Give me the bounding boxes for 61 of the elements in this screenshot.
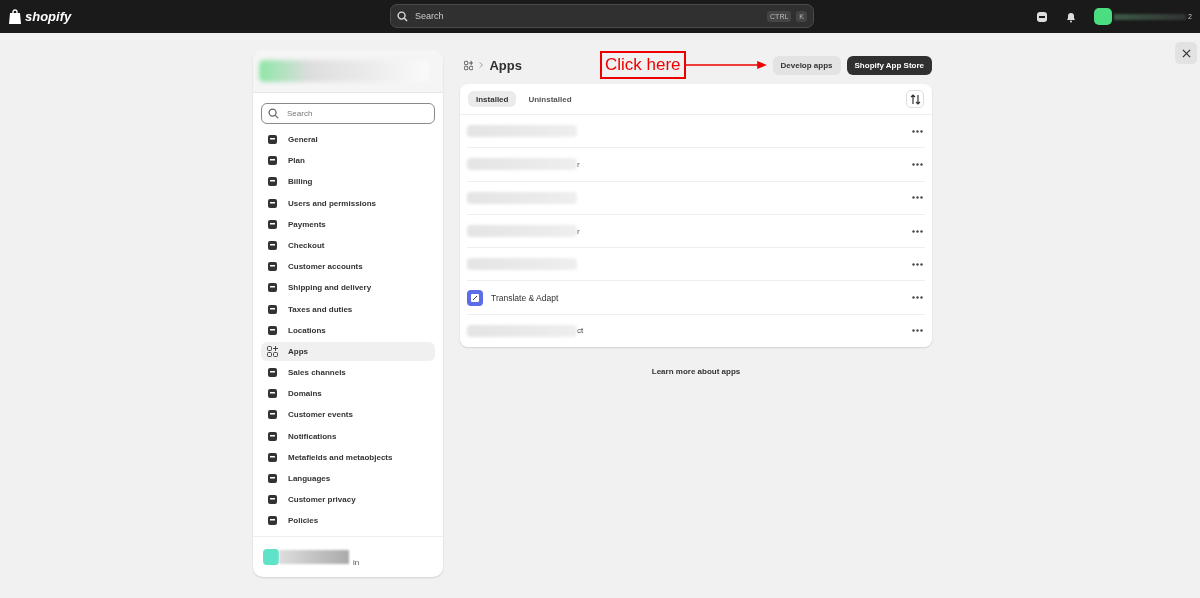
app-name[interactable]: r <box>577 159 580 169</box>
more-button[interactable] <box>910 294 925 302</box>
sidebar-item[interactable]: General <box>261 130 435 149</box>
annotation-callout: Click here <box>600 51 686 79</box>
more-icon <box>912 196 923 200</box>
close-button[interactable] <box>1175 42 1197 64</box>
logo-text: shopify <box>25 9 72 24</box>
sidebar-item[interactable]: Domains <box>261 384 435 404</box>
more-icon <box>912 129 923 133</box>
sidebar-item[interactable]: Users and permissions <box>261 193 435 213</box>
more-icon <box>912 162 923 166</box>
sidebar-item[interactable]: Payments <box>261 214 435 234</box>
sidebar-item[interactable]: Taxes and duties <box>261 299 435 319</box>
page-title: Apps <box>489 57 522 73</box>
shopping-bag-icon <box>8 8 22 25</box>
sidebar-item[interactable]: Apps <box>261 341 435 361</box>
sidebar-item[interactable]: Policies <box>261 511 435 531</box>
more-button[interactable] <box>910 327 925 335</box>
sort-icon <box>909 93 921 105</box>
sidebar-item[interactable]: Shipping and delivery <box>261 278 435 298</box>
more-button[interactable] <box>910 260 925 268</box>
sidebar-item[interactable]: Customer events <box>261 405 435 425</box>
more-button[interactable] <box>910 227 925 235</box>
search-field[interactable]: Search <box>261 103 435 124</box>
app-store-button[interactable]: Shopify App Store <box>846 55 932 75</box>
more-icon <box>912 329 923 333</box>
search-input[interactable]: Search <box>413 10 763 22</box>
more-button[interactable] <box>910 160 925 168</box>
sidebar-item[interactable]: Customer privacy <box>261 490 435 510</box>
apps-icon <box>464 59 474 71</box>
sidebar-item[interactable]: Plan <box>261 151 435 171</box>
bell-icon[interactable] <box>1065 10 1078 23</box>
app-name[interactable]: ct <box>577 326 584 336</box>
search-icon <box>268 108 279 119</box>
app-icon <box>467 289 483 306</box>
sidebar-item[interactable]: Customer accounts <box>261 257 435 277</box>
more-icon <box>912 229 923 233</box>
user-account[interactable]: in <box>253 536 443 577</box>
sidebar-item[interactable]: Billing <box>261 172 435 192</box>
sidebar-item[interactable]: Notifications <box>261 426 435 446</box>
logo[interactable]: shopify <box>8 8 72 25</box>
develop-apps-button[interactable]: Develop apps <box>772 55 841 75</box>
more-button[interactable] <box>910 127 925 135</box>
filter-tab[interactable]: Uninstalled <box>520 91 580 107</box>
more-icon <box>912 296 923 300</box>
sidebar-item[interactable]: Languages <box>261 469 435 488</box>
filter-tab[interactable]: Installed <box>468 91 517 107</box>
sidebar-item[interactable]: Checkout <box>261 235 435 255</box>
sidebar-item[interactable]: Sales channels <box>261 363 435 383</box>
sidebar-item[interactable]: Metafields and metaobjects <box>261 447 435 467</box>
more-icon <box>912 262 923 266</box>
sidebar-item[interactable]: Locations <box>261 320 435 340</box>
user-name: in <box>353 557 360 567</box>
app-name[interactable]: r <box>577 226 580 236</box>
learn-more-link[interactable]: Learn more about apps <box>651 367 741 377</box>
close-icon <box>1181 48 1191 58</box>
chevron-icon <box>479 61 484 69</box>
search-icon <box>397 10 408 22</box>
more-button[interactable] <box>910 194 925 202</box>
sort-button[interactable] <box>906 90 924 108</box>
app-name[interactable]: Translate & Adapt <box>491 292 559 303</box>
